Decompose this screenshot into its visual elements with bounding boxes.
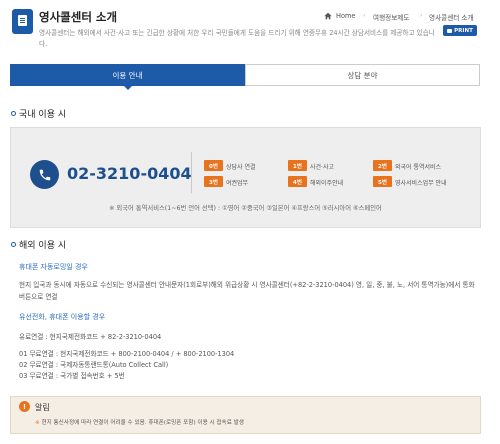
call-center-phone-number[interactable]: 02-3210-0404	[67, 164, 192, 183]
option-label: 여권업무	[226, 180, 249, 187]
option-badge: 3번	[204, 176, 223, 187]
page-title: 영사콜센터 소개	[39, 10, 118, 24]
notice-title: 알림	[35, 403, 50, 412]
print-label: PRINT	[454, 27, 473, 34]
breadcrumb-current: 영사콜센터 소개	[429, 14, 474, 22]
option-badge: 4번	[288, 176, 307, 187]
divider	[191, 152, 192, 193]
print-button[interactable]: PRINT	[443, 25, 477, 36]
option-badge: 0번	[204, 160, 223, 171]
breadcrumb-separator-icon: ›	[363, 12, 366, 19]
option-badge: 2번	[373, 160, 392, 171]
option-label: 영사서비스업무 안내	[395, 180, 447, 187]
option-badge: 5번	[373, 176, 392, 187]
section-bullet-icon	[11, 242, 16, 247]
breadcrumb-travel-info[interactable]: 여행정보제도	[373, 12, 409, 22]
language-note: ※ 외국어 통역서비스(1~6번 언어 선택) : ①영어 ②중국어 ③일본어 …	[109, 205, 382, 212]
breadcrumb-home[interactable]: Home	[336, 12, 355, 20]
page-description: 영사콜센터는 해외에서 사건·사고 또는 긴급한 상황에 처한 우리 국민들에게…	[39, 29, 435, 48]
overseas-section-title: 해외 이용 시	[19, 241, 67, 251]
option-badge: 1번	[288, 160, 307, 171]
notice-body: 현지 통신사정에 따라 연결이 어려울 수 있음. 휴대폰(로밍폰 포함) 이용…	[41, 420, 244, 426]
tab-label: 상담 분야	[347, 70, 378, 80]
section-bullet-icon	[11, 111, 16, 116]
active-tab-caret-icon	[124, 86, 132, 90]
paid-connection: 유료연결 : 현지국제전화코드 + 82-2-3210-0404	[19, 333, 162, 341]
free-connection-2: 02 무료연결 : 국제자동통랜드통(Auto Collect Call)	[19, 361, 169, 369]
option-label: 사건·사고	[310, 164, 334, 171]
tab-usage-guide[interactable]: 이용 안내	[10, 64, 245, 86]
alert-icon: !	[19, 401, 30, 412]
printer-icon	[447, 28, 453, 33]
phone-icon	[30, 160, 59, 189]
domestic-section-title: 국내 이용 시	[19, 110, 67, 120]
tab-label: 이용 안내	[112, 70, 143, 80]
home-icon	[324, 12, 332, 20]
tab-consult-fields[interactable]: 상담 분야	[245, 64, 480, 86]
breadcrumb-separator-icon: ›	[420, 12, 423, 19]
notice-box	[10, 396, 481, 434]
option-label: 외국어 통역서비스	[395, 164, 442, 171]
notice-text: ※ 현지 통신사정에 따라 연결이 어려울 수 있음. 휴대폰(로밍폰 포함) …	[35, 418, 244, 426]
landline-heading: 유선전화, 휴대폰 이용할 경우	[19, 313, 106, 321]
roaming-description: 현지 입국과 동시에 자동으로 수신되는 영사콜센터 안내문자(1회로부)해외 …	[19, 281, 475, 301]
page-icon	[12, 9, 33, 34]
notice-mark: ※	[35, 420, 40, 426]
option-label: 상담사 연결	[226, 164, 256, 171]
free-connection-1: 01 무료연결 : 현지국제전화코드 + 800-2100-0404 / + 8…	[19, 350, 235, 358]
free-connection-3: 03 무료연결 : 국가별 접속번호 + 5번	[19, 372, 125, 380]
option-label: 해외이주안내	[310, 180, 344, 187]
roaming-heading: 휴대폰 자동로밍일 경우	[19, 263, 88, 271]
